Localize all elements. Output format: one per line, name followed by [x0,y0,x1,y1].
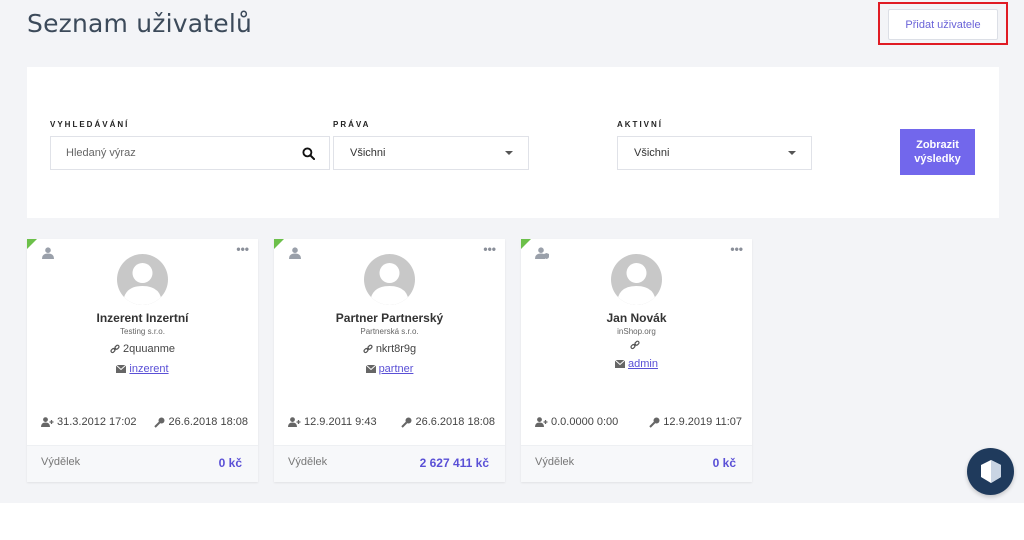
card-footer: Výdělek 2 627 411 kč [274,445,505,482]
user-plus-icon [535,417,548,427]
add-user-button[interactable]: Přidat uživatele [888,9,998,40]
user-company: Partnerská s.r.o. [360,327,419,336]
page-background-bottom [0,503,1024,540]
last-login-date: 26.6.2018 18:08 [168,416,248,428]
link-icon [363,344,373,354]
created-date: 0.0.0000 0:00 [551,416,619,428]
page-title: Seznam uživatelů [27,9,253,38]
active-indicator [27,239,37,249]
key-icon [154,417,165,428]
card-footer: Výdělek 0 kč [521,445,752,482]
user-icon [289,247,301,259]
chevron-down-icon [505,151,513,155]
chat-button[interactable] [967,448,1014,495]
key-icon [401,417,412,428]
rights-select[interactable]: Všichni [333,136,529,170]
user-name: Partner Partnerský [335,311,444,325]
user-card: ••• Inzerent Inzertní Testing s.r.o. 2qu… [27,239,258,482]
user-dates: 31.3.2012 17:02 26.6.2018 18:08 [41,416,248,428]
active-label: AKTIVNÍ [617,120,663,129]
last-login-date: 12.9.2019 11:07 [663,416,742,428]
earnings-label: Výdělek [535,456,575,468]
user-card: ••• Jan Novák inShop.org admin 0.0.0000 … [521,239,752,482]
user-name: Inzerent Inzertní [96,311,189,325]
earnings-label: Výdělek [41,456,81,468]
avatar [364,254,415,305]
user-shield-icon [535,247,549,259]
search-input[interactable] [51,137,291,169]
earnings-value: 2 627 411 kč [419,456,489,470]
earnings-label: Výdělek [288,456,328,468]
active-indicator [274,239,284,249]
envelope-icon [615,360,626,368]
show-results-button[interactable]: Zobrazit výsledky [900,129,975,175]
more-options-icon[interactable]: ••• [236,243,249,255]
add-user-highlight: Přidat uživatele [878,2,1008,45]
user-login-text: 2quuanme [123,343,175,355]
link-icon [110,344,120,354]
active-select-value: Všichni [634,147,670,159]
active-select[interactable]: Všichni [617,136,812,170]
earnings-value: 0 kč [218,456,242,470]
earnings-value: 0 kč [712,456,736,470]
user-company: inShop.org [617,327,656,336]
user-dates: 0.0.0000 0:00 12.9.2019 11:07 [535,416,742,428]
card-footer: Výdělek 0 kč [27,445,258,482]
search-field [50,136,330,170]
avatar [611,254,662,305]
user-plus-icon [41,417,54,427]
chat-icon [981,460,1001,483]
envelope-icon [365,365,376,373]
user-icon [42,247,54,259]
created-date: 31.3.2012 17:02 [57,416,137,428]
search-icon[interactable] [302,147,315,160]
user-role-link[interactable]: inzerent [129,363,168,375]
link-icon [630,340,640,350]
more-options-icon[interactable]: ••• [730,243,743,255]
user-role: admin [521,358,752,370]
search-label: VYHLEDÁVÁNÍ [50,120,130,129]
chevron-down-icon [788,151,796,155]
active-indicator [521,239,531,249]
user-role-link[interactable]: partner [379,363,414,375]
avatar [117,254,168,305]
key-icon [649,417,660,428]
user-login: nkrt8r9g [274,343,505,355]
user-plus-icon [288,417,301,427]
user-login [521,340,752,350]
last-login-date: 26.6.2018 18:08 [415,416,495,428]
envelope-icon [116,365,127,373]
user-name: Jan Novák [606,311,667,325]
user-role-link[interactable]: admin [628,358,658,370]
user-company: Testing s.r.o. [120,327,165,336]
user-card: ••• Partner Partnerský Partnerská s.r.o.… [274,239,505,482]
user-dates: 12.9.2011 9:43 26.6.2018 18:08 [288,416,495,428]
user-role: partner [274,363,505,375]
created-date: 12.9.2011 9:43 [304,416,377,428]
rights-label: PRÁVA [333,120,371,129]
filter-panel: VYHLEDÁVÁNÍ PRÁVA Všichni AKTIVNÍ Všichn… [27,67,999,218]
user-role: inzerent [27,363,258,375]
user-login-text: nkrt8r9g [375,343,417,355]
rights-select-value: Všichni [350,147,386,159]
user-login: 2quuanme [27,343,258,355]
more-options-icon[interactable]: ••• [483,243,496,255]
